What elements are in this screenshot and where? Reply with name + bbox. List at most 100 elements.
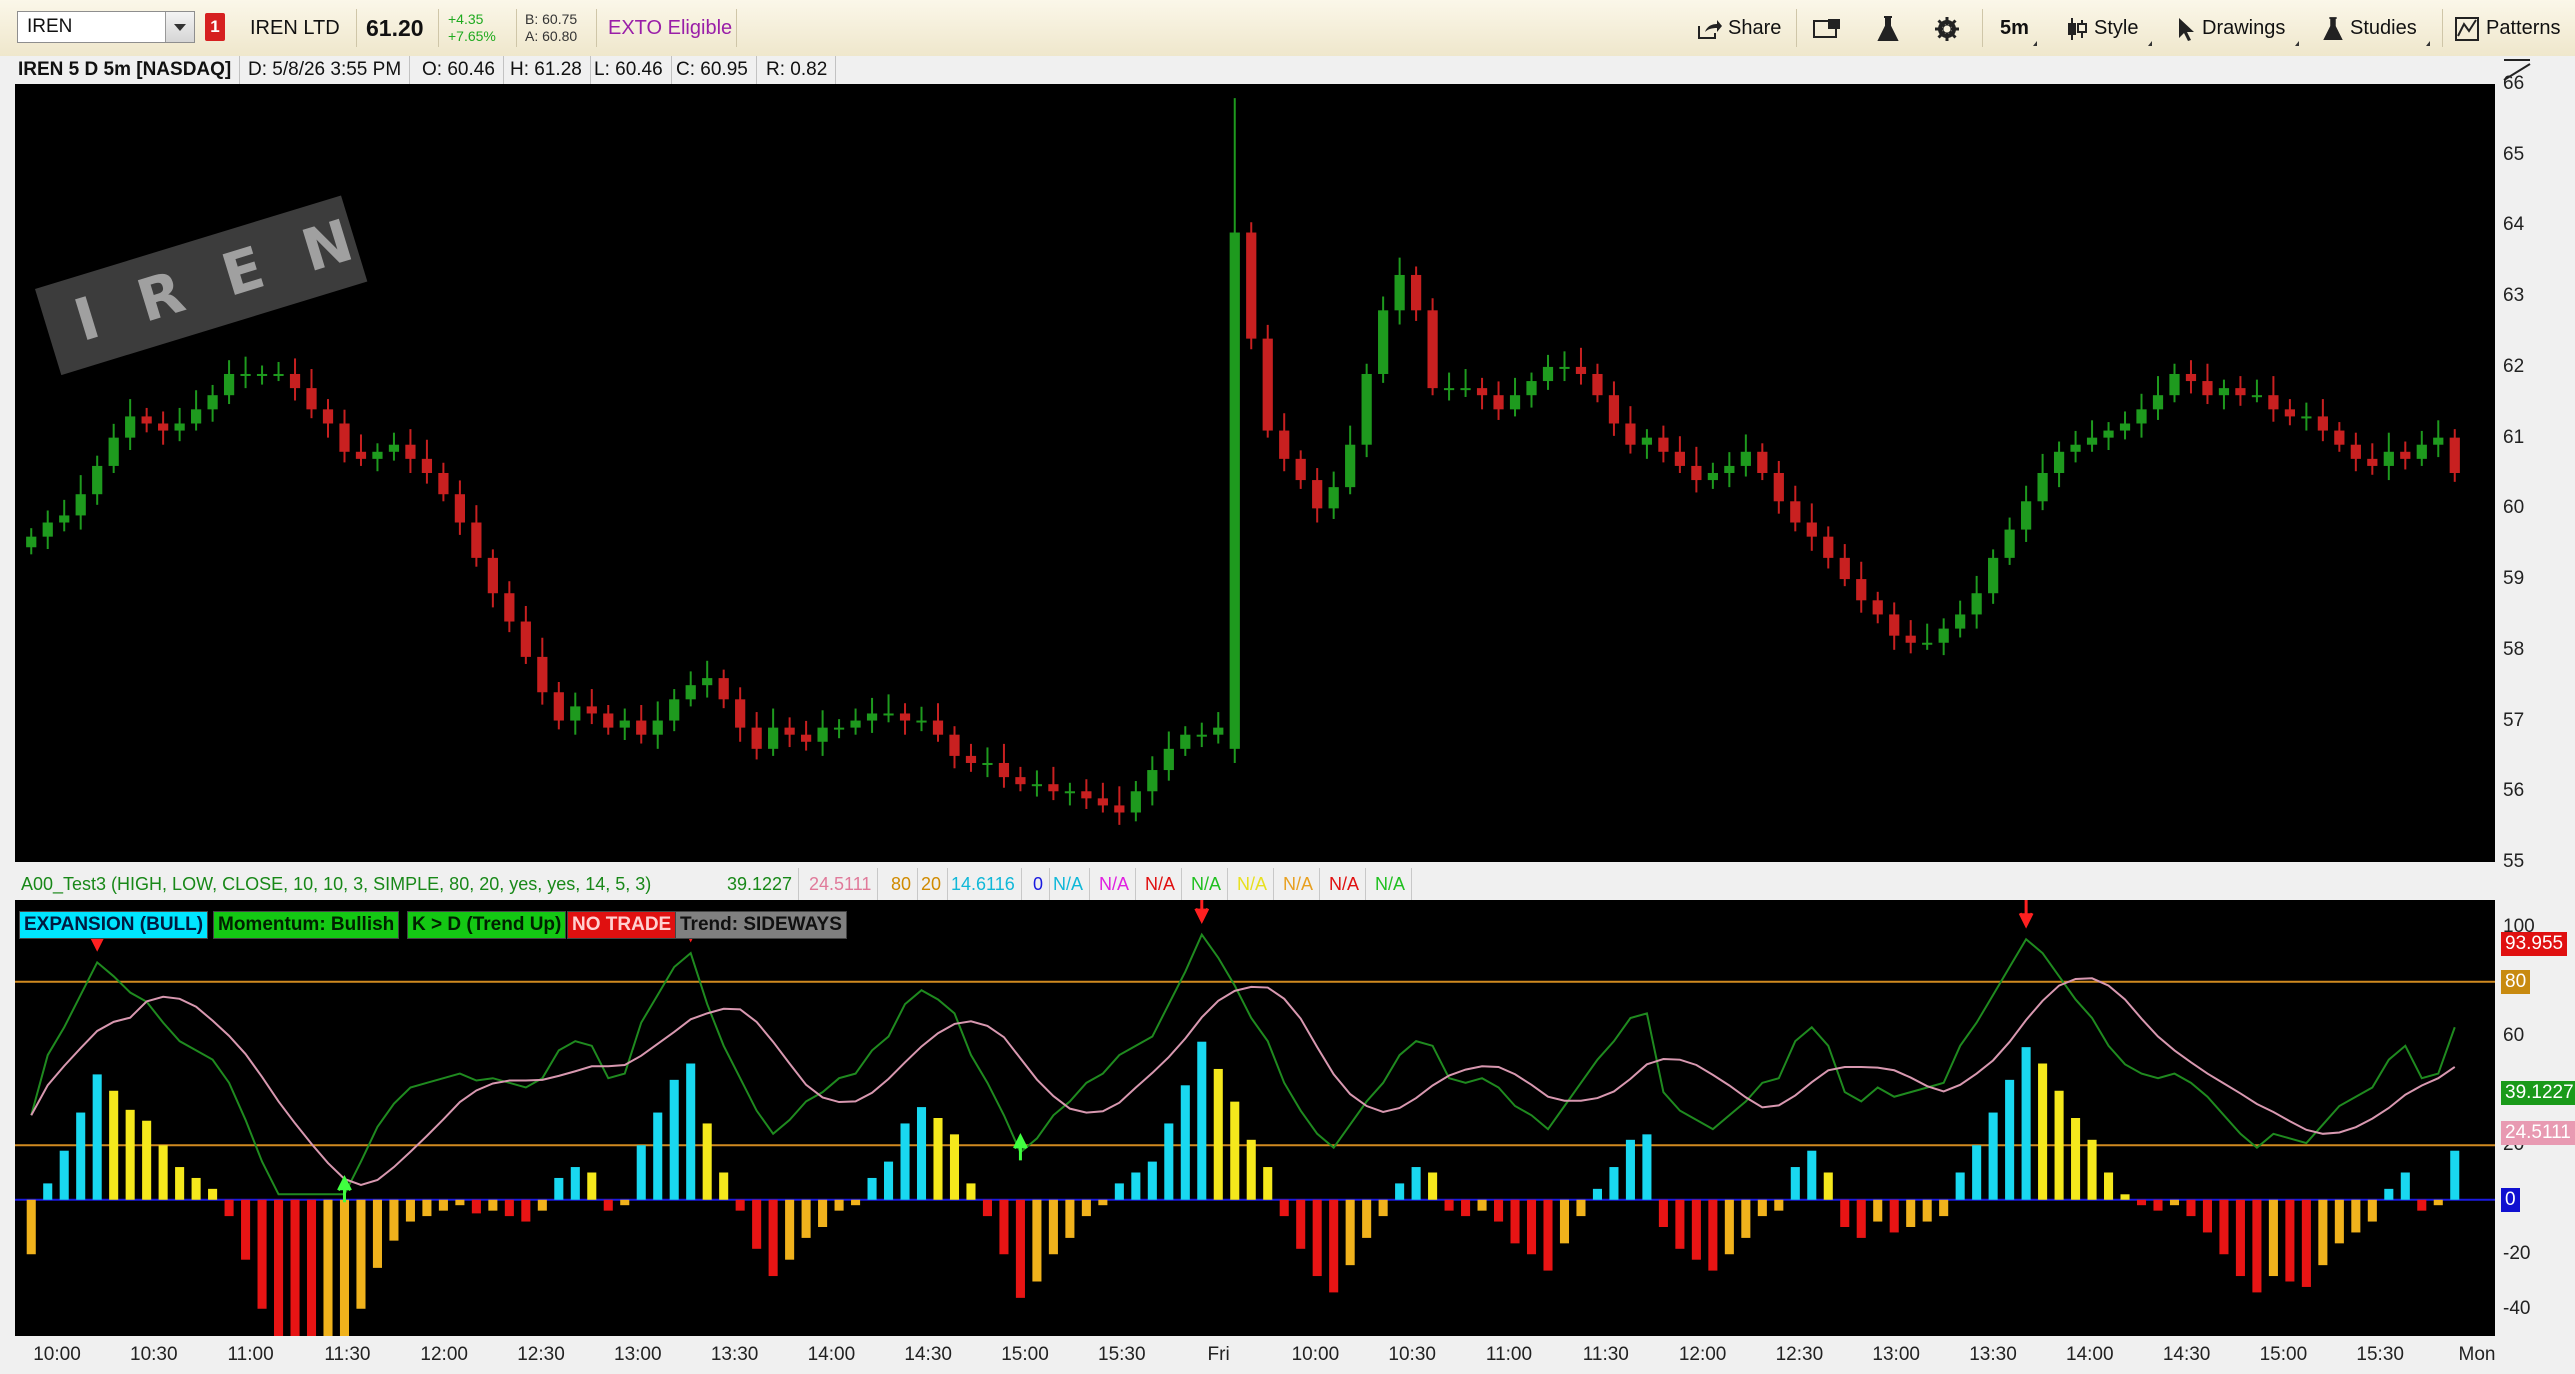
candle bbox=[141, 407, 152, 433]
candle bbox=[240, 356, 251, 389]
histogram-bar bbox=[1675, 1199, 1685, 1249]
histogram-bar bbox=[2367, 1199, 2377, 1222]
candle bbox=[26, 528, 37, 555]
candle bbox=[949, 726, 960, 769]
candle bbox=[1031, 770, 1043, 797]
histogram-bar bbox=[1691, 1199, 1701, 1260]
patterns-button[interactable]: Patterns bbox=[2454, 10, 2560, 46]
flask-button[interactable] bbox=[1876, 10, 1906, 46]
time-axis[interactable]: 10:00 10:30 11:00 11:30 12:00 12:30 13:00 13:30… bbox=[15, 1336, 2495, 1374]
signal-label: K > D (Trend Up) bbox=[407, 911, 567, 939]
histogram-bar bbox=[224, 1199, 234, 1217]
histogram-bar bbox=[1939, 1199, 1949, 1217]
time-tick-label: 11:30 bbox=[324, 1344, 371, 1365]
histogram-bar bbox=[1889, 1199, 1899, 1233]
histogram-bar bbox=[504, 1199, 514, 1217]
histogram-bar bbox=[1873, 1199, 1883, 1222]
histogram-bar bbox=[982, 1199, 992, 1217]
candle bbox=[2284, 399, 2296, 426]
candle bbox=[1394, 257, 1405, 325]
studies-button[interactable]: Studies bbox=[2322, 10, 2430, 46]
histogram-bar bbox=[620, 1199, 630, 1206]
drawings-label: Drawings bbox=[2202, 17, 2286, 39]
candle bbox=[2185, 360, 2197, 394]
ask-price: A: 60.80 bbox=[525, 28, 578, 44]
histogram-bar bbox=[1428, 1172, 1438, 1200]
candle bbox=[866, 697, 878, 733]
study-name[interactable]: A00_Test3 (HIGH, LOW, CLOSE, 10, 10, 3, … bbox=[21, 868, 651, 900]
histogram-bar bbox=[2285, 1199, 2295, 1282]
candle bbox=[2383, 432, 2394, 481]
candle bbox=[1658, 425, 1669, 463]
timeframe-button[interactable]: 5m bbox=[2000, 10, 2037, 46]
flask-icon bbox=[1877, 15, 1899, 41]
study-value: N/A bbox=[1283, 868, 1321, 900]
time-tick-label: 11:30 bbox=[1582, 1344, 1629, 1365]
exto-eligible-label: EXTO Eligible bbox=[608, 17, 733, 39]
histogram-bar bbox=[702, 1123, 712, 1200]
histogram-bar bbox=[884, 1161, 894, 1200]
histogram-bar bbox=[2153, 1199, 2163, 1211]
alert-badge[interactable]: 1 bbox=[205, 13, 225, 41]
histogram-bar bbox=[257, 1199, 267, 1309]
candle bbox=[2004, 517, 2015, 565]
candle bbox=[1229, 98, 1240, 763]
histogram-bar bbox=[241, 1199, 251, 1260]
histogram-bar bbox=[1197, 1041, 1207, 1200]
symbol-dropdown-button[interactable] bbox=[165, 12, 194, 42]
candle bbox=[2268, 376, 2279, 422]
histogram-bar bbox=[1065, 1199, 1075, 1238]
sell-arrow bbox=[1194, 900, 1210, 924]
candle bbox=[289, 358, 301, 401]
candle bbox=[2218, 379, 2230, 410]
symbol-value: IREN bbox=[27, 16, 73, 37]
candle bbox=[1905, 620, 1916, 654]
candle bbox=[388, 432, 400, 461]
time-tick-label: 14:00 bbox=[2066, 1344, 2114, 1365]
oscillator-axis[interactable]: 100806040200-20-4093.9558039.122724.5111… bbox=[2495, 900, 2575, 1336]
candle bbox=[899, 703, 911, 735]
chart-settings-button[interactable] bbox=[1812, 10, 1848, 46]
gear-button[interactable] bbox=[1934, 10, 1966, 46]
candle bbox=[1773, 460, 1784, 514]
patterns-icon bbox=[2455, 16, 2479, 41]
sell-arrow bbox=[2018, 900, 2034, 929]
oscillator-chart[interactable]: EXPANSION (BULL) Momentum: Bullish K > D (… bbox=[15, 900, 2495, 1336]
candle bbox=[916, 706, 927, 732]
histogram-bar bbox=[653, 1112, 663, 1200]
company-name: IREN LTD bbox=[250, 17, 340, 39]
low-value: L: 60.46 bbox=[594, 56, 672, 84]
candle bbox=[2202, 363, 2213, 405]
time-tick-label: 13:00 bbox=[1872, 1344, 1920, 1365]
flask-icon bbox=[2323, 16, 2343, 40]
share-button[interactable]: Share bbox=[1696, 10, 1781, 46]
price-axis[interactable]: 66 65 64 63 62 61 60 59 58 57 56 55 bbox=[2495, 73, 2575, 872]
drawings-button[interactable]: Drawings bbox=[2176, 10, 2299, 46]
candle bbox=[2350, 432, 2361, 472]
histogram-bar bbox=[2268, 1199, 2278, 1277]
histogram-bar bbox=[867, 1177, 877, 1200]
histogram-bar bbox=[1757, 1199, 1767, 1217]
candle bbox=[2433, 420, 2444, 458]
candle bbox=[586, 689, 597, 725]
candle bbox=[306, 369, 317, 419]
histogram-bar bbox=[2235, 1199, 2245, 1277]
style-button[interactable]: Style bbox=[2066, 10, 2152, 46]
symbol-input[interactable]: IREN bbox=[17, 11, 195, 43]
oscillator-value-badge: 80 bbox=[2501, 969, 2531, 994]
candle bbox=[504, 581, 515, 633]
candle bbox=[2136, 393, 2147, 438]
bid-price: B: 60.75 bbox=[525, 11, 578, 27]
histogram-bar bbox=[2186, 1199, 2196, 1217]
histogram-bar bbox=[1708, 1199, 1718, 1271]
candle bbox=[2119, 411, 2131, 440]
price-chart[interactable]: IREN bbox=[15, 84, 2495, 862]
candle bbox=[1691, 446, 1702, 493]
time-tick-label: 12:30 bbox=[517, 1344, 565, 1365]
histogram-bar bbox=[801, 1199, 811, 1238]
histogram-bar bbox=[2054, 1090, 2064, 1200]
histogram-bar bbox=[323, 1199, 333, 1336]
candle bbox=[2334, 422, 2345, 452]
price-tick-label: 56 bbox=[2503, 780, 2525, 802]
histogram-bar bbox=[1312, 1199, 1322, 1277]
